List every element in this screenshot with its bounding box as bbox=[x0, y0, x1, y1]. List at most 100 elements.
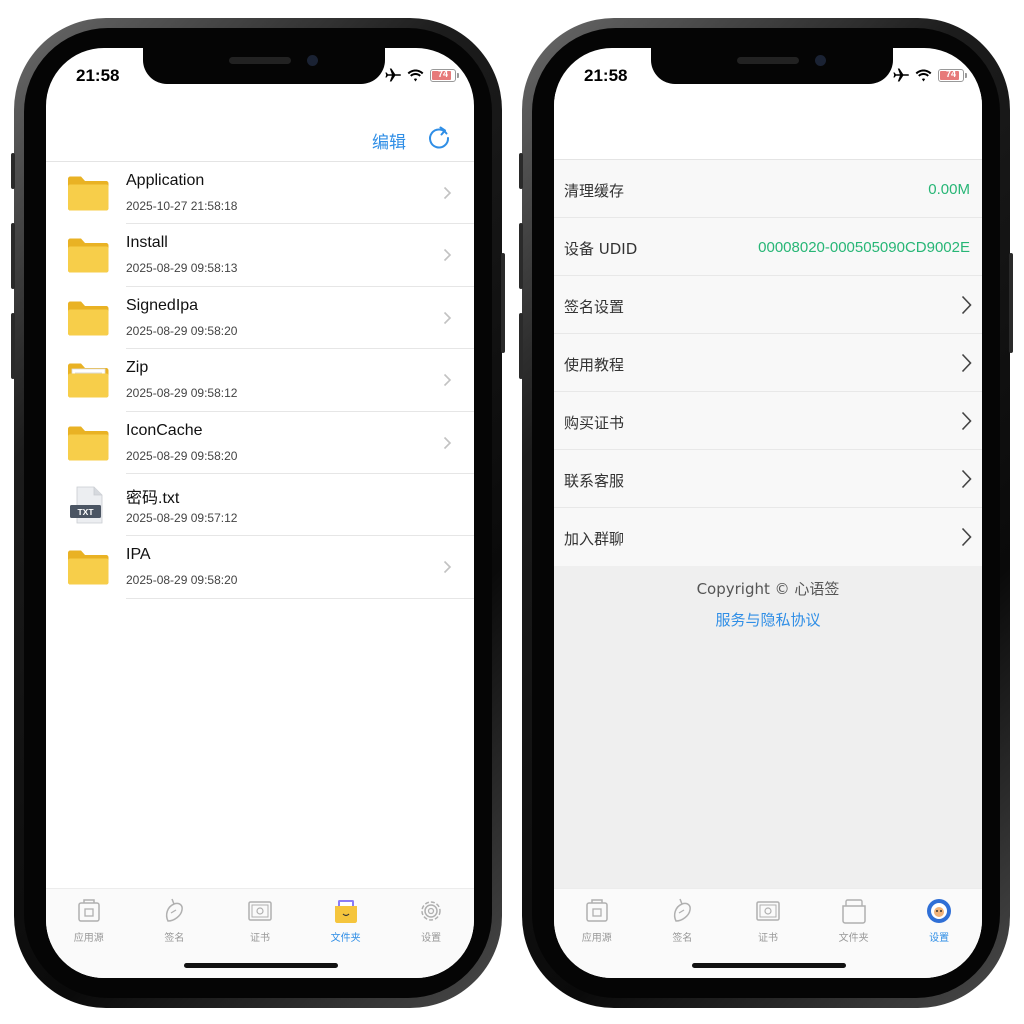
file-date: 2025-08-29 09:58:20 bbox=[126, 323, 238, 338]
app-source-icon bbox=[586, 899, 608, 922]
settings-gear-icon bbox=[421, 901, 441, 921]
wifi-icon bbox=[915, 69, 932, 81]
chevron-right-icon bbox=[443, 436, 452, 449]
settings-row-clear-cache[interactable]: 清理缓存 0.00M bbox=[554, 160, 982, 218]
edit-button[interactable]: 编辑 bbox=[372, 128, 406, 153]
file-name: Install bbox=[126, 234, 168, 252]
settings-label: 购买证书 bbox=[564, 414, 625, 432]
tab-label: 应用源 bbox=[581, 933, 612, 944]
folder-icon bbox=[68, 176, 109, 211]
wifi-icon bbox=[407, 69, 424, 81]
settings-label: 加入群聊 bbox=[564, 530, 625, 548]
txt-badge: TXT bbox=[77, 507, 94, 517]
settings-label: 清理缓存 bbox=[564, 182, 625, 200]
file-row-iconcache[interactable]: IconCache 2025-08-29 09:58:20 bbox=[46, 412, 474, 474]
settings-row-buy-certificate[interactable]: 购买证书 bbox=[554, 392, 982, 450]
power-button bbox=[501, 253, 505, 353]
folder-tab-icon bbox=[841, 899, 866, 924]
volume-down-button bbox=[11, 313, 15, 379]
file-name: Zip bbox=[126, 359, 149, 377]
nav-bar bbox=[554, 92, 982, 160]
tab-settings[interactable]: 设置 bbox=[388, 889, 474, 978]
file-list: Application 2025-10-27 21:58:18 Install … bbox=[46, 162, 474, 599]
silent-switch bbox=[11, 153, 15, 189]
folder-icon bbox=[68, 426, 109, 461]
file-row-application[interactable]: Application 2025-10-27 21:58:18 bbox=[46, 162, 474, 225]
tab-label: 证书 bbox=[757, 933, 778, 944]
volume-up-button bbox=[519, 223, 523, 289]
settings-row-tutorial[interactable]: 使用教程 bbox=[554, 334, 982, 392]
tab-label: 签名 bbox=[672, 933, 693, 944]
silent-switch bbox=[519, 153, 523, 189]
file-date: 2025-08-29 09:58:20 bbox=[126, 573, 238, 588]
file-name: SignedIpa bbox=[126, 296, 199, 314]
airplane-icon bbox=[385, 68, 401, 82]
settings-label: 签名设置 bbox=[564, 298, 625, 316]
notch bbox=[651, 48, 893, 84]
settings-row-sign-settings[interactable]: 签名设置 bbox=[554, 276, 982, 334]
tab-app-source[interactable]: 应用源 bbox=[554, 889, 640, 978]
airplane-icon bbox=[893, 68, 909, 82]
power-button bbox=[1009, 253, 1013, 353]
phone-frame-files: 21:58 74 编辑 Application 2025-10-27 21:58… bbox=[11, 18, 505, 1008]
tab-settings[interactable]: 设置 bbox=[896, 889, 982, 978]
chevron-right-icon bbox=[443, 374, 452, 387]
settings-row-udid[interactable]: 设备 UDID 00008020-000505090CD9002E bbox=[554, 218, 982, 276]
file-row-ipa[interactable]: IPA 2025-08-29 09:58:20 bbox=[46, 536, 474, 599]
file-date: 2025-08-29 09:58:13 bbox=[126, 261, 238, 276]
file-name: 密码.txt bbox=[126, 489, 180, 507]
certificate-icon bbox=[756, 901, 780, 921]
file-date: 2025-10-27 21:58:18 bbox=[126, 199, 238, 213]
battery-icon: 74 bbox=[938, 68, 967, 82]
file-row-zip[interactable]: Zip 2025-08-29 09:58:12 bbox=[46, 349, 474, 412]
settings-label: 联系客服 bbox=[564, 472, 625, 490]
tab-label: 设置 bbox=[929, 933, 950, 944]
folder-icon bbox=[68, 238, 109, 273]
file-date: 2025-08-29 09:57:12 bbox=[126, 510, 238, 525]
notch bbox=[143, 48, 385, 84]
file-row-signedipa[interactable]: SignedIpa 2025-08-29 09:58:20 bbox=[46, 287, 474, 350]
folder-icon bbox=[68, 550, 109, 585]
phone-frame-settings: 21:58 74 清理缓存 0.00M 设备 UDID 00008020-000… bbox=[519, 18, 1013, 1008]
settings-row-join-group[interactable]: 加入群聊 bbox=[554, 508, 982, 566]
status-icons: 74 bbox=[385, 68, 459, 82]
certificate-icon bbox=[248, 901, 272, 921]
chevron-right-icon bbox=[961, 411, 972, 431]
txt-file-icon: TXT bbox=[70, 486, 103, 524]
chevron-right-icon bbox=[961, 295, 972, 315]
file-name: IPA bbox=[126, 546, 151, 564]
settings-label: 使用教程 bbox=[564, 356, 625, 374]
status-time: 21:58 bbox=[584, 66, 628, 85]
nav-bar: 编辑 bbox=[46, 92, 474, 162]
tab-label: 签名 bbox=[164, 933, 185, 944]
tab-label: 文件夹 bbox=[330, 933, 361, 944]
settings-row-contact-support[interactable]: 联系客服 bbox=[554, 450, 982, 508]
refresh-icon[interactable] bbox=[426, 125, 452, 151]
chevron-right-icon bbox=[443, 186, 452, 200]
battery-icon: 74 bbox=[430, 68, 459, 82]
file-date: 2025-08-29 09:58:12 bbox=[126, 386, 238, 401]
sign-icon bbox=[166, 898, 184, 922]
status-time: 21:58 bbox=[76, 66, 120, 85]
settings-label: 设备 UDID bbox=[564, 240, 638, 258]
chevron-right-icon bbox=[961, 469, 972, 489]
files-screen: 21:58 74 编辑 Application 2025-10-27 21:58… bbox=[46, 48, 474, 978]
tab-label: 应用源 bbox=[73, 933, 104, 944]
tab-label: 设置 bbox=[421, 933, 442, 944]
file-row-password-txt[interactable]: TXT 密码.txt 2025-08-29 09:57:12 bbox=[46, 474, 474, 537]
volume-down-button bbox=[519, 313, 523, 379]
tab-app-source[interactable]: 应用源 bbox=[46, 889, 132, 978]
app-source-icon bbox=[78, 899, 100, 922]
volume-up-button bbox=[11, 223, 15, 289]
chevron-right-icon bbox=[961, 527, 972, 547]
sign-icon bbox=[674, 898, 692, 922]
udid-value: 00008020-000505090CD9002E bbox=[758, 239, 970, 256]
settings-list: 清理缓存 0.00M 设备 UDID 00008020-000505090CD9… bbox=[554, 160, 982, 566]
chevron-right-icon bbox=[443, 561, 452, 574]
privacy-policy-link[interactable]: 服务与隐私协议 bbox=[554, 609, 982, 630]
file-row-install[interactable]: Install 2025-08-29 09:58:13 bbox=[46, 224, 474, 287]
settings-footer: Copyright © 心语签 服务与隐私协议 bbox=[554, 566, 982, 888]
folder-open-icon bbox=[68, 363, 109, 398]
tab-label: 文件夹 bbox=[838, 933, 869, 944]
cache-size-value: 0.00M bbox=[928, 181, 970, 198]
